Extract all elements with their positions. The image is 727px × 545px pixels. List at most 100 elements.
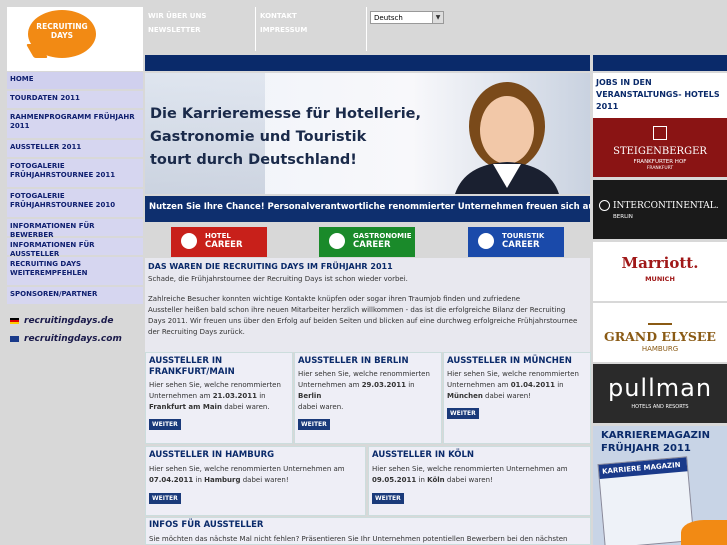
hotel-career-button[interactable]: HOTEL CAREER: [171, 227, 267, 257]
navy-bar: [145, 55, 590, 71]
hotel-career-icon: [181, 233, 197, 249]
lang-link-de[interactable]: recruitingdays.de: [10, 316, 113, 326]
topnav-newsletter[interactable]: NEWSLETTER: [148, 26, 201, 34]
box-title: INFOS FÜR AUSSTELLER: [149, 520, 264, 530]
topnav-wir-ueber-uns[interactable]: WIR ÜBER UNS: [148, 12, 206, 20]
nav-item-home[interactable]: HOME: [7, 72, 143, 89]
main-title: DAS WAREN DIE RECRUITING DAYS IM FRÜHJAH…: [148, 262, 393, 271]
box-city: Köln: [427, 476, 445, 484]
nav-item-fotogalerie-2011[interactable]: FOTOGALERIE FRÜHJAHRSTOURNEE 2011: [7, 159, 143, 187]
logo-text: DAYS: [50, 31, 74, 40]
hotel-logo-grand-elysee[interactable]: GRAND ELYSEE HAMBURG: [593, 303, 727, 362]
box-title: AUSSTELLER IN: [149, 356, 223, 366]
hotel-logo-pullman[interactable]: pullman HOTELS AND RESORTS: [593, 364, 727, 423]
nav-item-tourdaten[interactable]: TOURDATEN 2011: [7, 91, 143, 108]
box-title: AUSSTELLER IN BERLIN: [298, 356, 409, 366]
aussteller-hamburg-box: AUSSTELLER IN HAMBURG Hier sehen Sie, we…: [145, 446, 366, 516]
lang-link-com[interactable]: recruitingdays.com: [10, 334, 122, 344]
hotel-subtitle: FRANKFURTER HOF: [633, 159, 687, 165]
nav-item-fotogalerie-2010[interactable]: FOTOGALERIE FRÜHJAHRSTOURNEE 2010: [7, 189, 143, 217]
main-paragraph: Zahlreiche Besucher konnten wichtige Kon…: [148, 295, 521, 303]
main-paragraph: Schade, die Frühjahrstournee der Recruit…: [148, 275, 408, 283]
logo-text: RECRUITING: [36, 22, 88, 31]
karrieremagazin-teaser[interactable]: KARRIEREMAGAZIN FRÜHJAHR 2011 KARRIERE M…: [593, 426, 727, 545]
topnav-kontakt[interactable]: KONTAKT: [260, 12, 297, 20]
main-intro: DAS WAREN DIE RECRUITING DAYS IM FRÜHJAH…: [145, 258, 590, 352]
career-label: CAREER: [502, 240, 540, 250]
box-text: Sie möchten das nächste Mal nicht fehlen…: [149, 535, 568, 543]
box-date: 21.03.2011: [212, 392, 257, 400]
magazine-cover-title: KARRIERE MAGAZIN: [598, 457, 688, 479]
weiter-button[interactable]: WEITER: [149, 493, 181, 504]
hotel-name: STEIGENBERGER: [613, 146, 707, 157]
box-text: in: [259, 392, 266, 400]
gastronomie-career-icon: [329, 233, 345, 249]
box-title: AUSSTELLER IN HAMBURG: [149, 450, 275, 460]
hotel-subtitle: BERLIN: [613, 214, 633, 220]
hero-tagline: Nutzen Sie Ihre Chance! Personalverantwo…: [145, 196, 590, 222]
navy-bar-right: [593, 55, 727, 71]
nav-item-weiterempfehlen[interactable]: RECRUITING DAYS WEITEREMPFEHLEN: [7, 257, 143, 285]
topnav-divider: [366, 7, 367, 51]
crown-icon: [653, 126, 667, 140]
nav-item-aussteller[interactable]: AUSSTELLER 2011: [7, 140, 143, 157]
box-text: Hier sehen Sie, welche renommierten: [447, 370, 579, 378]
infos-aussteller-box: INFOS FÜR AUSSTELLER Sie möchten das näc…: [145, 517, 591, 545]
box-title: AUSSTELLER IN KÖLN: [372, 450, 475, 460]
box-text: Hier sehen Sie, welche renommierten Unte…: [149, 465, 345, 473]
box-text: dabei waren!: [242, 476, 289, 484]
box-text: in: [195, 476, 202, 484]
box-title: FRANKFURT/MAIN: [149, 367, 235, 377]
mini-logo: [681, 520, 727, 545]
magazine-cover: KARRIERE MAGAZIN: [597, 456, 695, 545]
topnav-impressum[interactable]: IMPRESSUM: [260, 26, 307, 34]
main-paragraph: Days 2011. Wir freuen uns über den Erfol…: [148, 317, 578, 325]
touristik-career-icon: [478, 233, 494, 249]
top-navigation: [145, 7, 590, 51]
chevron-down-icon[interactable]: ▼: [432, 12, 443, 23]
jobs-title: JOBS IN DEN VERANSTALTUNGS- HOTELS 2011: [596, 78, 720, 111]
box-text: Unternehmen am: [298, 381, 360, 389]
magazine-title: KARRIEREMAGAZIN: [601, 430, 710, 441]
box-text: Unternehmen am: [149, 392, 211, 400]
lang-link-com-label: recruitingdays.com: [24, 334, 122, 344]
box-city: München: [447, 392, 483, 400]
nav-item-info-bewerber[interactable]: INFORMATIONEN FÜR BEWERBER: [7, 219, 143, 239]
box-city: Hamburg: [204, 476, 241, 484]
hotel-logo-steigenberger[interactable]: STEIGENBERGER FRANKFURTER HOF FRANKFURT: [593, 118, 727, 177]
box-text: dabei waren!: [485, 392, 531, 400]
globe-icon: [599, 200, 610, 211]
hero-banner: Die Karrieremesse für Hotellerie, Gastro…: [145, 73, 590, 194]
hotel-name: Marriott.: [621, 254, 699, 272]
box-text: dabei waren.: [298, 403, 344, 411]
hero-headline: Gastronomie und Touristik: [150, 129, 367, 145]
weiter-button[interactable]: WEITER: [149, 419, 181, 430]
nav-item-rahmenprogramm[interactable]: RAHMENPROGRAMM FRÜHJAHR 2011: [7, 110, 143, 138]
career-label: CAREER: [205, 240, 243, 250]
aussteller-koeln-box: AUSSTELLER IN KÖLN Hier sehen Sie, welch…: [368, 446, 591, 516]
box-text: in: [408, 381, 415, 389]
main-paragraph: Aussteller heißen bald schon ihre neuen …: [148, 306, 566, 314]
hotel-name: INTERCONTINENTAL.: [613, 201, 719, 211]
uk-flag-icon: [10, 335, 19, 342]
weiter-button[interactable]: WEITER: [298, 419, 330, 430]
weiter-button[interactable]: WEITER: [372, 493, 404, 504]
box-text: in: [557, 381, 564, 389]
hotel-subtitle: HAMBURG: [641, 345, 679, 353]
nav-item-sponsoren[interactable]: SPONSOREN/PARTNER: [7, 287, 143, 304]
box-date: 09.05.2011: [372, 476, 417, 484]
aussteller-muenchen-box: AUSSTELLER IN MÜNCHEN Hier sehen Sie, we…: [443, 352, 591, 444]
box-text: Unternehmen am: [447, 381, 509, 389]
hotel-subtitle: MUNICH: [645, 275, 675, 283]
gastronomie-career-button[interactable]: GASTRONOMIE CAREER: [319, 227, 415, 257]
nav-item-info-aussteller[interactable]: INFORMATIONEN FÜR AUSSTELLER: [7, 238, 143, 258]
touristik-career-button[interactable]: TOURISTIK CAREER: [468, 227, 564, 257]
topnav-divider: [255, 7, 256, 51]
hotel-name: GRAND ELYSEE: [604, 329, 716, 344]
box-title: AUSSTELLER IN MÜNCHEN: [447, 356, 572, 366]
hotel-subtitle: FRANKFURT: [646, 166, 674, 171]
weiter-button[interactable]: WEITER: [447, 408, 479, 419]
hotel-logo-marriott[interactable]: Marriott. MUNICH: [593, 242, 727, 301]
box-text: in: [418, 476, 425, 484]
hotel-logo-intercontinental[interactable]: INTERCONTINENTAL. BERLIN: [593, 180, 727, 239]
